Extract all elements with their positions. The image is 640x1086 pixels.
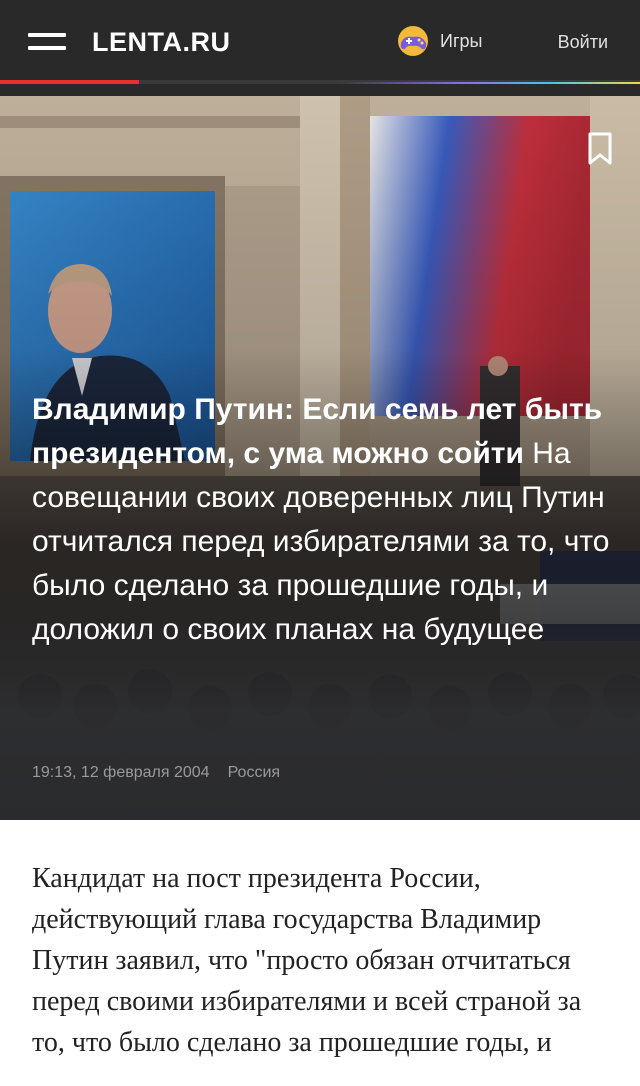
- login-link[interactable]: Войти: [558, 32, 608, 53]
- games-label: Игры: [440, 30, 483, 51]
- article-rubric-link[interactable]: Россия: [228, 764, 280, 781]
- games-link[interactable]: Игры: [396, 24, 482, 58]
- site-logo[interactable]: LENTA.RU: [92, 27, 231, 58]
- article-title: Владимир Путин: Если семь лет быть прези…: [32, 393, 603, 470]
- bookmark-icon[interactable]: [586, 132, 614, 166]
- article-paragraph: Кандидат на пост президента России, дейс…: [32, 863, 582, 1058]
- gamepad-icon: [398, 26, 428, 56]
- header-accent-bar: [0, 80, 139, 84]
- menu-icon[interactable]: [28, 30, 66, 54]
- article-hero: Владимир Путин: Если семь лет быть прези…: [0, 96, 640, 820]
- article-time: 19:13, 12 февраля 2004: [32, 764, 210, 781]
- header-spacer: [0, 84, 640, 96]
- header-gradient-bar: [340, 82, 640, 84]
- top-header: LENTA.RU Игры Войти: [0, 0, 640, 84]
- article-meta: 19:13, 12 февраля 2004 Россия: [32, 764, 280, 782]
- article-headline[interactable]: Владимир Путин: Если семь лет быть прези…: [32, 388, 612, 652]
- article-body: Кандидат на пост президента России, дейс…: [0, 820, 640, 1063]
